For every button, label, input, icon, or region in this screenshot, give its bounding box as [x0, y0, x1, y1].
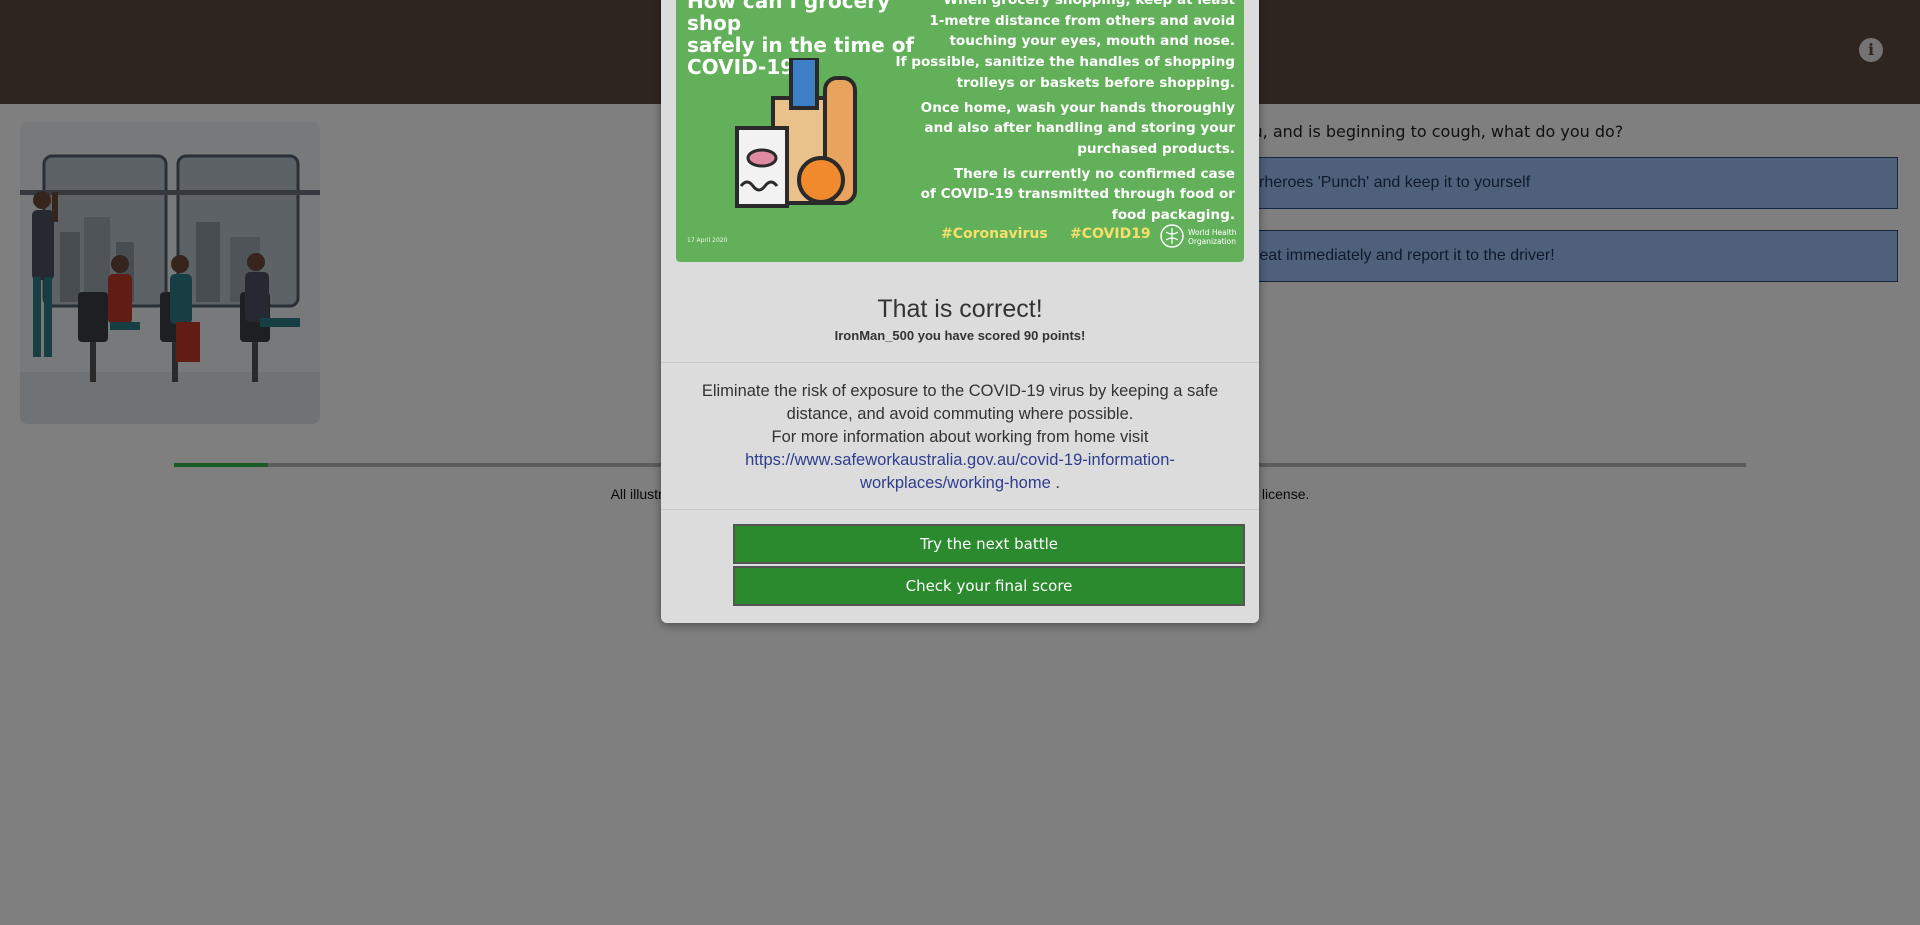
poster-tip: Once home, wash your hands thoroughly an… [920, 99, 1235, 157]
result-modal: How can I grocery shop safely in the tim… [661, 0, 1259, 623]
hashtag-coronavirus: #Coronavirus [941, 226, 1048, 242]
score-text: IronMan_500 you have scored 90 points! [834, 328, 1086, 343]
explanation-text: Eliminate the risk of exposure to the CO… [691, 380, 1229, 495]
poster-tip: If possible, sanitize the handles of sho… [895, 54, 1235, 91]
final-score-button[interactable]: Check your final score [733, 566, 1245, 606]
divider [661, 362, 1259, 363]
result-title: That is correct! [877, 295, 1043, 323]
next-battle-button[interactable]: Try the next battle [733, 524, 1245, 564]
explanation-main: Eliminate the risk of exposure to the CO… [701, 382, 1219, 423]
link-suffix: . [1050, 474, 1060, 492]
who-text-line: Organization [1188, 237, 1236, 246]
who-logo-icon [1160, 224, 1184, 248]
grocery-bag-icon [735, 58, 857, 208]
more-info-text: For more information about working from … [771, 428, 1149, 446]
poster-tip: There is currently no confirmed case of … [920, 165, 1235, 224]
poster-tip: When grocery shopping, keep at least 1-m… [929, 0, 1235, 50]
poster-tips: When grocery shopping, keep at least 1-m… [895, 0, 1235, 226]
hashtag-covid19: #COVID19 [1070, 226, 1151, 242]
who-text-line: World Health [1188, 228, 1237, 237]
who-grocery-poster: How can I grocery shop safely in the tim… [676, 0, 1244, 262]
who-logo-text: World Health Organization [1188, 228, 1244, 246]
poster-date: 17 April 2020 [687, 237, 728, 244]
divider [661, 509, 1259, 510]
safework-link[interactable]: https://www.safeworkaustralia.gov.au/cov… [745, 451, 1175, 492]
